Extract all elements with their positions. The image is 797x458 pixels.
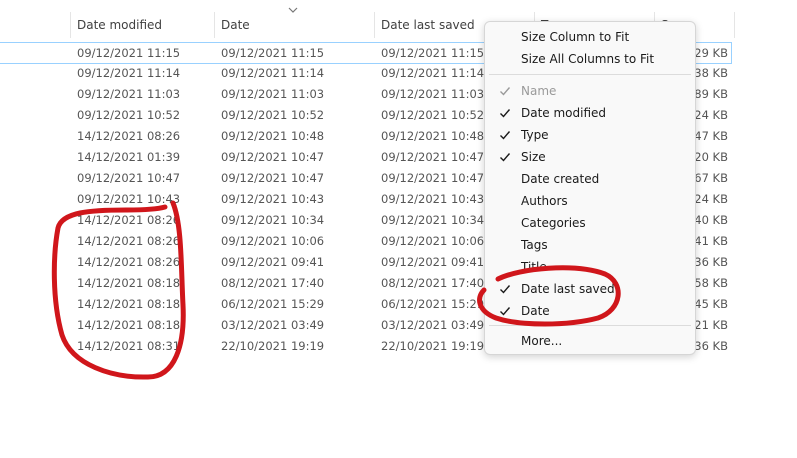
- cell-date-last-saved: 06/12/2021 15:29: [381, 297, 485, 311]
- cell-date-last-saved: 09/12/2021 09:41: [381, 255, 485, 269]
- menu-item-tags[interactable]: Tags: [489, 234, 691, 256]
- menu-item-label: Date: [521, 304, 550, 318]
- cell-date-modified: 09/12/2021 10:43: [77, 192, 181, 206]
- cell-date-modified: 14/12/2021 08:26: [77, 129, 181, 143]
- cell-date-modified: 09/12/2021 10:47: [77, 171, 181, 185]
- cell-date-modified: 14/12/2021 08:18: [77, 318, 181, 332]
- cell-date-last-saved: 09/12/2021 11:14: [381, 66, 485, 80]
- column-header-date[interactable]: Date: [215, 12, 375, 38]
- menu-item-more[interactable]: More...: [489, 330, 691, 352]
- menu-item-label: Date modified: [521, 106, 607, 120]
- menu-separator: [489, 74, 691, 75]
- checkmark-icon: [500, 153, 511, 162]
- menu-item-label: Date created: [521, 172, 600, 186]
- cell-date-modified: 09/12/2021 11:03: [77, 87, 181, 101]
- checkmark-icon: [500, 307, 511, 316]
- cell-date: 09/12/2021 10:34: [221, 213, 325, 227]
- menu-item-size-all-columns-to-fit[interactable]: Size All Columns to Fit: [489, 48, 691, 70]
- menu-item-size[interactable]: Size: [489, 146, 691, 168]
- cell-date-last-saved: 09/12/2021 10:43: [381, 192, 485, 206]
- column-header-date-modified[interactable]: Date modified: [71, 12, 215, 38]
- menu-item-label: Date last saved: [521, 282, 615, 296]
- cell-date-modified: 14/12/2021 08:26: [77, 213, 181, 227]
- checkmark-icon: [500, 109, 511, 118]
- cell-date-last-saved: 09/12/2021 10:06: [381, 234, 485, 248]
- menu-item-authors[interactable]: Authors: [489, 190, 691, 212]
- cell-date-last-saved: 09/12/2021 10:52: [381, 108, 485, 122]
- menu-item-title[interactable]: Title: [489, 256, 691, 278]
- menu-item-date-last-saved[interactable]: Date last saved: [489, 278, 691, 300]
- cell-date-modified: 09/12/2021 10:52: [77, 108, 181, 122]
- cell-date-modified: 14/12/2021 08:31: [77, 339, 181, 353]
- column-header-date-last-saved-label: Date last saved: [381, 18, 475, 32]
- menu-item-label: Name: [521, 84, 557, 98]
- checkmark-icon: [500, 87, 511, 96]
- cell-date-modified: 14/12/2021 08:18: [77, 276, 181, 290]
- cell-date-modified: 14/12/2021 08:18: [77, 297, 181, 311]
- menu-item-date-created[interactable]: Date created: [489, 168, 691, 190]
- cell-date: 08/12/2021 17:40: [221, 276, 325, 290]
- menu-item-categories[interactable]: Categories: [489, 212, 691, 234]
- cell-date: 09/12/2021 11:14: [221, 66, 325, 80]
- cell-date-last-saved: 09/12/2021 11:15: [381, 46, 485, 60]
- menu-item-date[interactable]: Date: [489, 300, 691, 322]
- menu-item-label: Size: [521, 150, 546, 164]
- checkmark-icon: [500, 285, 511, 294]
- column-header-name-partial[interactable]: [0, 12, 71, 38]
- menu-item-size-column-to-fit[interactable]: Size Column to Fit: [489, 26, 691, 48]
- cell-date: 09/12/2021 10:47: [221, 150, 325, 164]
- cell-date-modified: 14/12/2021 08:26: [77, 234, 181, 248]
- menu-item-label: Authors: [521, 194, 568, 208]
- cell-date-last-saved: 08/12/2021 17:40: [381, 276, 485, 290]
- cell-date: 09/12/2021 10:06: [221, 234, 325, 248]
- cell-date-last-saved: 09/12/2021 11:03: [381, 87, 485, 101]
- cell-date: 09/12/2021 09:41: [221, 255, 325, 269]
- menu-item-label: Tags: [521, 238, 548, 252]
- menu-item-label: Size All Columns to Fit: [521, 52, 655, 66]
- cell-date: 09/12/2021 11:15: [221, 46, 325, 60]
- menu-item-name: Name: [489, 80, 691, 102]
- cell-date-last-saved: 09/12/2021 10:47: [381, 150, 485, 164]
- cell-date: 09/12/2021 10:48: [221, 129, 325, 143]
- column-context-menu: Size Column to Fit Size All Columns to F…: [484, 21, 696, 355]
- cell-date-modified: 09/12/2021 11:14: [77, 66, 181, 80]
- cell-date-last-saved: 03/12/2021 03:49: [381, 318, 485, 332]
- checkmark-icon: [500, 131, 511, 140]
- cell-date: 09/12/2021 10:47: [221, 171, 325, 185]
- cell-date-modified: 14/12/2021 08:26: [77, 255, 181, 269]
- cell-date: 09/12/2021 10:52: [221, 108, 325, 122]
- cell-date: 09/12/2021 10:43: [221, 192, 325, 206]
- menu-item-label: More...: [521, 334, 563, 348]
- cell-date: 09/12/2021 11:03: [221, 87, 325, 101]
- cell-date-modified: 14/12/2021 01:39: [77, 150, 181, 164]
- cell-date-last-saved: 09/12/2021 10:47: [381, 171, 485, 185]
- menu-separator: [489, 325, 691, 326]
- cell-date-last-saved: 22/10/2021 19:19: [381, 339, 485, 353]
- menu-item-label: Title: [521, 260, 547, 274]
- cell-date: 03/12/2021 03:49: [221, 318, 325, 332]
- menu-item-date-modified[interactable]: Date modified: [489, 102, 691, 124]
- menu-item-label: Size Column to Fit: [521, 30, 630, 44]
- menu-item-label: Categories: [521, 216, 586, 230]
- column-header-date-modified-label: Date modified: [77, 18, 163, 32]
- column-header-date-label: Date: [221, 18, 250, 32]
- menu-item-type[interactable]: Type: [489, 124, 691, 146]
- cell-date-last-saved: 09/12/2021 10:34: [381, 213, 485, 227]
- cell-date: 22/10/2021 19:19: [221, 339, 325, 353]
- cell-date-modified: 09/12/2021 11:15: [77, 46, 181, 60]
- cell-date-last-saved: 09/12/2021 10:48: [381, 129, 485, 143]
- menu-item-label: Type: [521, 128, 549, 142]
- cell-date: 06/12/2021 15:29: [221, 297, 325, 311]
